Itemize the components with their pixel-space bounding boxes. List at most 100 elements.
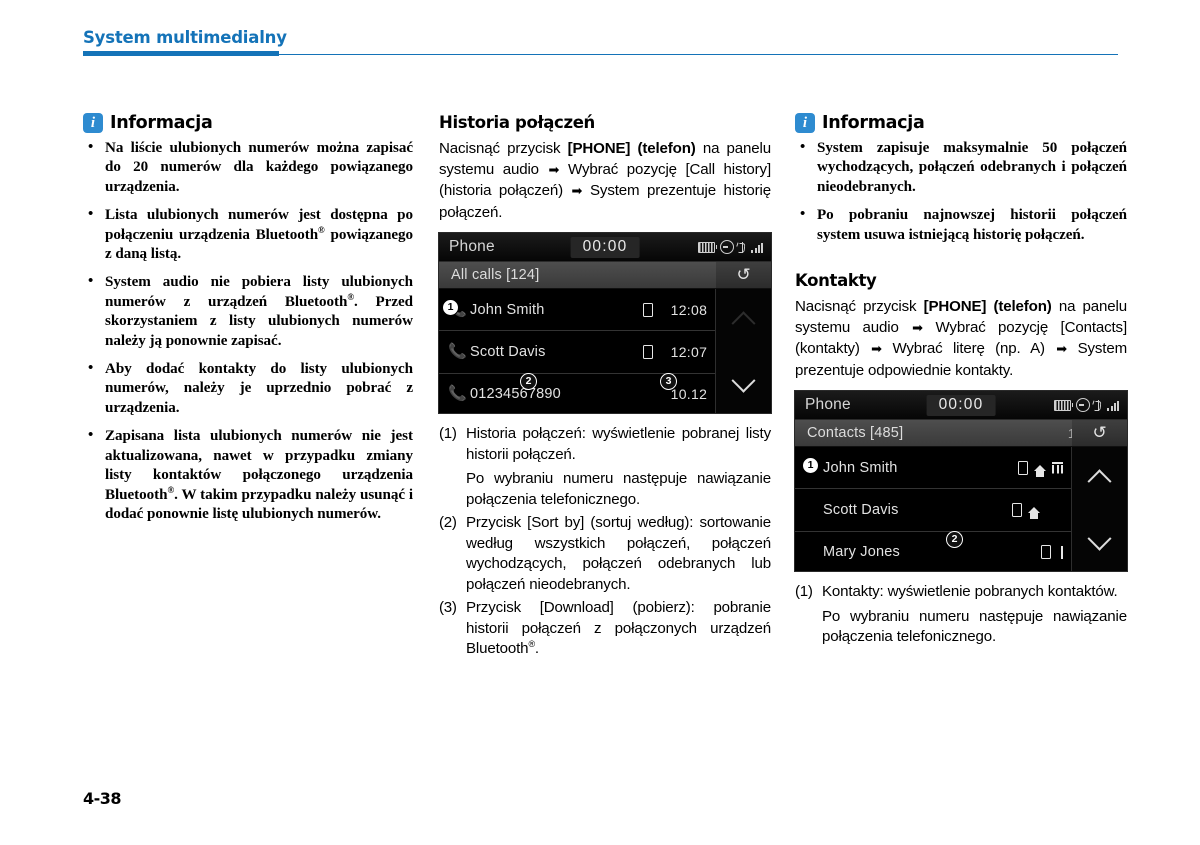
header-rule-thin xyxy=(279,53,1118,56)
note-text: Historia połączeń: wyświetlenie pobranej… xyxy=(466,425,771,463)
call-history-intro-paragraph: Nacisnąć przycisk [PHONE] (telefon) na p… xyxy=(439,140,771,221)
contact-list: John Smith Scott Davis Mary Jones xyxy=(795,447,1072,571)
back-arrow-icon: ↺ xyxy=(1092,423,1107,443)
scroll-up-button[interactable] xyxy=(716,289,771,352)
note-number: (1) xyxy=(439,425,457,442)
call-history-screenshot: Phone 00:00 All calls [124] 1/42 📞 Joh xyxy=(439,233,771,413)
bluetooth-icon xyxy=(739,241,745,253)
arrow-icon: ➡ xyxy=(912,320,923,336)
arrow-icon: ➡ xyxy=(571,184,583,199)
missed-call-icon: 📞 xyxy=(448,385,467,403)
mobile-phone-icon xyxy=(643,344,654,359)
contacts-intro-paragraph: Nacisnąć przycisk [PHONE] (telefon) na p… xyxy=(795,298,1128,379)
info-bullet-list-right: System zapisuje maksymalnie 50 połączeń … xyxy=(795,138,1127,245)
scroll-down-button[interactable] xyxy=(1072,510,1127,571)
note-number: (1) xyxy=(795,583,813,601)
info-icon: i xyxy=(795,113,815,133)
section-title-call-history: Historia połączeń xyxy=(439,113,595,132)
chevron-up-icon xyxy=(731,311,756,336)
device-icon-group xyxy=(1041,545,1064,560)
device-icon-group xyxy=(1018,460,1064,477)
call-list: 📞 John Smith 12:08 📞 Scott Davis 12:07 📞 xyxy=(439,289,716,413)
page-number: 4-38 xyxy=(83,789,122,808)
section-title-contacts: Kontakty xyxy=(795,271,877,291)
table-row[interactable]: John Smith xyxy=(795,447,1072,490)
note-item: (2) Przycisk [Sort by] (sortuj według): … xyxy=(439,513,771,595)
scroll-up-button[interactable] xyxy=(1072,447,1127,510)
contacts-notes: (1) Kontakty: wyświetlenie pobranych kon… xyxy=(795,582,1127,648)
contact-name: Mary Jones xyxy=(823,544,900,561)
side-rail: ↺ xyxy=(715,262,771,413)
back-button[interactable]: ↺ xyxy=(716,262,771,289)
table-row[interactable]: 📞 Scott Davis 12:07 xyxy=(439,331,716,374)
chevron-down-icon xyxy=(731,368,756,393)
list-body: John Smith Scott Davis Mary Jones ↺ xyxy=(795,420,1127,572)
status-app-name: Phone xyxy=(449,238,495,255)
status-clock: 00:00 xyxy=(570,236,640,258)
contact-name: Scott Davis xyxy=(470,343,546,360)
battery-icon xyxy=(1054,399,1074,411)
status-clock: 00:00 xyxy=(926,394,996,416)
info-bullet-list-left: Na liście ulubionych numerów można zapis… xyxy=(83,138,413,524)
list-item: System zapisuje maksymalnie 50 połączeń … xyxy=(795,138,1127,197)
home-icon xyxy=(1034,464,1047,477)
arrow-icon: ➡ xyxy=(1056,342,1067,358)
contact-name: John Smith xyxy=(470,301,545,318)
call-time: 12:08 xyxy=(670,301,708,318)
mute-icon xyxy=(1076,398,1091,413)
list-item: Zapisana lista ulubionych numerów nie je… xyxy=(83,426,413,524)
arrow-icon: ➡ xyxy=(548,162,560,178)
note-item: (1) Kontakty: wyświetlenie pobranych kon… xyxy=(795,582,1127,603)
status-icon-group xyxy=(698,240,763,254)
call-time: 12:07 xyxy=(670,343,708,360)
contact-name: Scott Davis xyxy=(823,502,899,519)
list-caret-icon xyxy=(1061,545,1064,559)
info-box-title: Informacja xyxy=(110,113,213,133)
head-unit-screen-call-history: Phone 00:00 All calls [124] 1/42 📞 Joh xyxy=(439,233,771,413)
list-body: 📞 John Smith 12:08 📞 Scott Davis 12:07 📞 xyxy=(439,262,771,413)
office-building-icon xyxy=(1052,461,1064,474)
list-title: Contacts [485] xyxy=(807,425,904,442)
contact-name: 01234567890 xyxy=(470,386,561,403)
info-box-header-right: i Informacja xyxy=(795,113,1127,133)
head-unit-screen-contacts: Phone 00:00 Contacts [485] 147/162 John … xyxy=(795,391,1127,572)
mobile-phone-icon xyxy=(1041,545,1052,560)
scroll-down-button[interactable] xyxy=(716,352,771,413)
list-item: Lista ulubionych numerów jest dostępna p… xyxy=(83,205,413,264)
chevron-up-icon xyxy=(1087,469,1112,494)
status-bar: Phone 00:00 xyxy=(439,233,771,262)
table-row[interactable]: 📞 John Smith 12:08 xyxy=(439,289,716,332)
running-head: System multimedialny xyxy=(83,28,1118,62)
back-button[interactable]: ↺ xyxy=(1072,420,1127,448)
arrow-icon: ➡ xyxy=(871,342,882,358)
info-icon: i xyxy=(83,113,103,133)
outgoing-call-icon: 📞 xyxy=(448,342,467,360)
mobile-phone-icon xyxy=(1018,460,1029,475)
chevron-down-icon xyxy=(1087,526,1112,551)
note-item: (1) Historia połączeń: wyświetlenie pobr… xyxy=(439,424,771,465)
device-icon-group xyxy=(643,344,654,359)
note-text: Przycisk [Download] (pobierz): pobranie … xyxy=(466,599,771,657)
list-item: Na liście ulubionych numerów można zapis… xyxy=(83,138,413,197)
status-bar: Phone 00:00 xyxy=(795,391,1127,421)
table-row[interactable]: Scott Davis xyxy=(795,489,1072,532)
note-number: (3) xyxy=(439,599,457,616)
middle-column: Historia połączeń Nacisnąć przycisk [PHO… xyxy=(439,113,771,663)
list-item: Aby dodać kontakty do listy ulubionych n… xyxy=(83,359,413,418)
home-icon xyxy=(1028,507,1041,520)
callout-2: 2 xyxy=(947,532,962,548)
list-title: All calls [124] xyxy=(451,267,540,283)
page-title: System multimedialny xyxy=(83,28,287,47)
left-column: i Informacja Na liście ulubionych numeró… xyxy=(83,113,413,524)
right-column: i Informacja System zapisuje maksymalnie… xyxy=(795,113,1127,651)
note-subtext: Po wybraniu numeru następuje nawiązanie … xyxy=(466,470,771,508)
device-icon-group xyxy=(643,302,654,317)
callout-1: 1 xyxy=(443,300,458,315)
callout-1: 1 xyxy=(803,458,818,474)
note-subtext: Po wybraniu numeru następuje nawiązanie … xyxy=(822,607,1127,646)
signal-icon xyxy=(751,242,763,253)
bluetooth-icon xyxy=(1095,399,1101,411)
note-text: Kontakty: wyświetlenie pobranych kontakt… xyxy=(822,583,1118,601)
table-row[interactable]: Mary Jones xyxy=(795,532,1071,571)
mobile-phone-icon xyxy=(1012,503,1023,518)
